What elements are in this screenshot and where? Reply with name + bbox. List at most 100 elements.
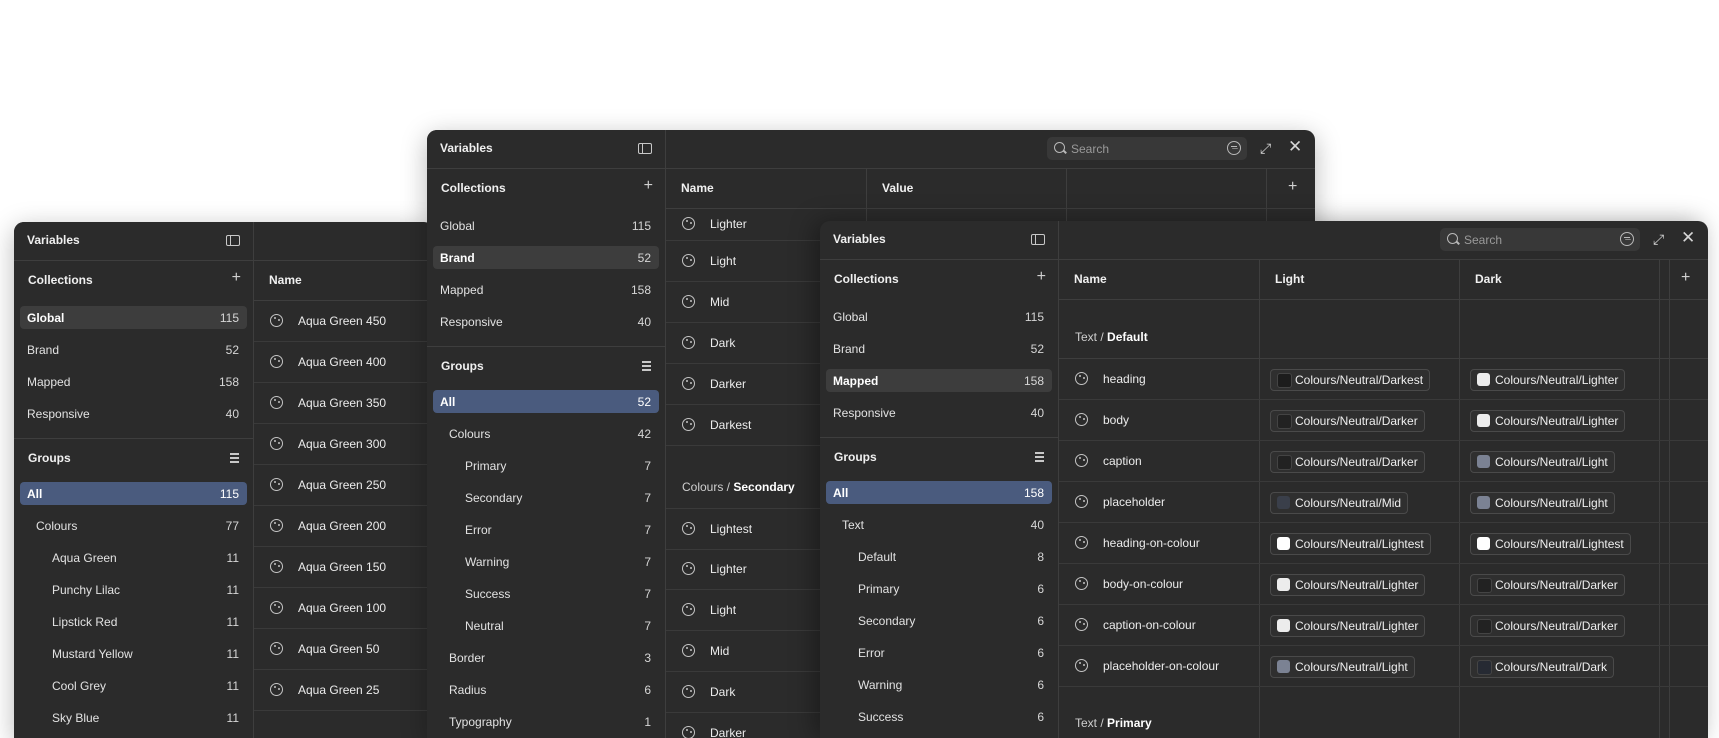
group-item-colours[interactable]: Colours 77: [20, 514, 247, 537]
group-item-secondary[interactable]: Secondary 6: [826, 609, 1052, 632]
group-item-secondary[interactable]: Secondary 7: [433, 486, 659, 509]
sidebar-toggle-icon[interactable]: [1031, 234, 1045, 245]
collection-item-responsive[interactable]: Responsive 40: [433, 310, 659, 333]
collection-item-mapped[interactable]: Mapped 158: [826, 369, 1052, 392]
dark-value-chip[interactable]: Colours/Neutral/Darker: [1470, 615, 1625, 637]
group-item-error[interactable]: Error 6: [826, 641, 1052, 664]
group-item-primary[interactable]: Primary 6: [826, 577, 1052, 600]
collection-item-global[interactable]: Global 115: [433, 214, 659, 237]
table-row[interactable]: Aqua Green 50: [254, 629, 434, 670]
group-item-mustard-yellow[interactable]: Mustard Yellow 11: [20, 642, 247, 665]
group-item-aqua-green[interactable]: Aqua Green 11: [20, 546, 247, 569]
group-item-radius[interactable]: Radius 6: [433, 678, 659, 701]
filter-icon[interactable]: [1620, 232, 1634, 246]
table-row[interactable]: Aqua Green 100: [254, 588, 434, 629]
group-item-warning[interactable]: Warning 6: [826, 673, 1052, 696]
light-value-chip[interactable]: Colours/Neutral/Mid: [1270, 492, 1409, 514]
table-row[interactable]: Aqua Green 300: [254, 424, 434, 465]
collection-item-brand[interactable]: Brand 52: [433, 246, 659, 269]
light-value-chip[interactable]: Colours/Neutral/Lightest: [1270, 533, 1431, 555]
dark-value-chip[interactable]: Colours/Neutral/Lightest: [1470, 533, 1631, 555]
color-swatch: [1277, 373, 1292, 388]
collection-item-global[interactable]: Global 115: [20, 306, 247, 329]
plus-icon[interactable]: +: [1037, 268, 1046, 286]
search-input[interactable]: Search: [1047, 137, 1247, 160]
search-icon: [1447, 233, 1458, 244]
plus-icon[interactable]: +: [644, 177, 653, 195]
group-item-neutral[interactable]: Neutral 7: [433, 614, 659, 637]
collection-item-mapped[interactable]: Mapped 158: [20, 370, 247, 393]
group-item-warning[interactable]: Warning 7: [433, 550, 659, 573]
expand-icon[interactable]: ⤢: [1260, 141, 1274, 155]
table-row[interactable]: heading-on-colour Colours/Neutral/Lighte…: [1059, 523, 1708, 564]
collection-item-mapped[interactable]: Mapped 158: [433, 278, 659, 301]
group-item-error[interactable]: Error 7: [433, 518, 659, 541]
group-item-default[interactable]: Default 8: [826, 545, 1052, 568]
light-value-chip[interactable]: Colours/Neutral/Lighter: [1270, 574, 1426, 596]
group-item-success[interactable]: Success 6: [826, 705, 1052, 728]
sidebar-toggle-icon[interactable]: [226, 235, 240, 246]
light-value-chip[interactable]: Colours/Neutral/Light: [1270, 656, 1415, 678]
expand-icon[interactable]: ⤢: [1653, 232, 1667, 246]
dark-value-chip[interactable]: Colours/Neutral/Lighter: [1470, 410, 1626, 432]
collection-item-responsive[interactable]: Responsive 40: [20, 402, 247, 425]
group-item-sky-blue[interactable]: Sky Blue 11: [20, 706, 247, 729]
dark-value-chip[interactable]: Colours/Neutral/Lighter: [1470, 369, 1626, 391]
table-row[interactable]: body-on-colour Colours/Neutral/Lighter C…: [1059, 564, 1708, 605]
table-row[interactable]: caption Colours/Neutral/Darker Colours/N…: [1059, 441, 1708, 482]
dark-value-chip[interactable]: Colours/Neutral/Light: [1470, 451, 1615, 473]
plus-icon[interactable]: +: [1288, 178, 1297, 196]
close-icon[interactable]: ✕: [1288, 138, 1302, 155]
palette-icon: [682, 217, 695, 230]
palette-icon: [682, 644, 695, 657]
group-item-text[interactable]: Text 40: [826, 513, 1052, 536]
table-row[interactable]: placeholder-on-colour Colours/Neutral/Li…: [1059, 646, 1708, 687]
collection-item-global[interactable]: Global 115: [826, 305, 1052, 328]
palette-icon: [270, 396, 283, 409]
close-icon[interactable]: ✕: [1681, 229, 1695, 246]
light-value-chip[interactable]: Colours/Neutral/Darker: [1270, 410, 1425, 432]
group-item-colours[interactable]: Colours 42: [433, 422, 659, 445]
table-row[interactable]: heading Colours/Neutral/Darkest Colours/…: [1059, 359, 1708, 400]
sidebar-titlebar: Variables: [427, 130, 665, 169]
table-row[interactable]: Aqua Green 200: [254, 506, 434, 547]
table-row[interactable]: Aqua Green 25: [254, 670, 434, 711]
name-column-header: Name: [269, 273, 302, 287]
table-row[interactable]: placeholder Colours/Neutral/Mid Colours/…: [1059, 482, 1708, 523]
group-item-all[interactable]: All 115: [20, 482, 247, 505]
collapse-groups-icon[interactable]: [230, 453, 243, 464]
search-input[interactable]: Search: [1440, 228, 1640, 251]
group-item-lipstick-red[interactable]: Lipstick Red 11: [20, 610, 247, 633]
table-row[interactable]: caption-on-colour Colours/Neutral/Lighte…: [1059, 605, 1708, 646]
filter-icon[interactable]: [1227, 141, 1241, 155]
table-row[interactable]: Aqua Green 350: [254, 383, 434, 424]
collection-item-brand[interactable]: Brand 52: [20, 338, 247, 361]
plus-icon[interactable]: +: [232, 269, 241, 287]
group-item-cool-grey[interactable]: Cool Grey 11: [20, 674, 247, 697]
collection-item-brand[interactable]: Brand 52: [826, 337, 1052, 360]
group-item-all[interactable]: All 158: [826, 481, 1052, 504]
light-value-chip[interactable]: Colours/Neutral/Darkest: [1270, 369, 1431, 391]
table-row[interactable]: Aqua Green 250: [254, 465, 434, 506]
group-item-primary[interactable]: Primary 7: [433, 454, 659, 477]
table-row[interactable]: Aqua Green 400: [254, 342, 434, 383]
collapse-groups-icon[interactable]: [1035, 452, 1048, 463]
table-row[interactable]: Aqua Green 450: [254, 301, 434, 342]
dark-value-chip[interactable]: Colours/Neutral/Darker: [1470, 574, 1625, 596]
light-value-chip[interactable]: Colours/Neutral/Lighter: [1270, 615, 1426, 637]
variables-table: Name Aqua Green 450 Aqua Green 400 Aqua …: [254, 222, 434, 738]
collection-item-responsive[interactable]: Responsive 40: [826, 401, 1052, 424]
group-item-typography[interactable]: Typography 1: [433, 710, 659, 733]
table-row[interactable]: body Colours/Neutral/Darker Colours/Neut…: [1059, 400, 1708, 441]
plus-icon[interactable]: +: [1681, 269, 1690, 287]
group-item-punchy-lilac[interactable]: Punchy Lilac 11: [20, 578, 247, 601]
dark-value-chip[interactable]: Colours/Neutral/Light: [1470, 492, 1615, 514]
group-item-success[interactable]: Success 7: [433, 582, 659, 605]
group-item-border[interactable]: Border 3: [433, 646, 659, 669]
table-row[interactable]: Aqua Green 150: [254, 547, 434, 588]
group-item-all[interactable]: All 52: [433, 390, 659, 413]
collapse-groups-icon[interactable]: [642, 361, 655, 372]
sidebar-toggle-icon[interactable]: [638, 143, 652, 154]
light-value-chip[interactable]: Colours/Neutral/Darker: [1270, 451, 1425, 473]
dark-value-chip[interactable]: Colours/Neutral/Dark: [1470, 656, 1615, 678]
